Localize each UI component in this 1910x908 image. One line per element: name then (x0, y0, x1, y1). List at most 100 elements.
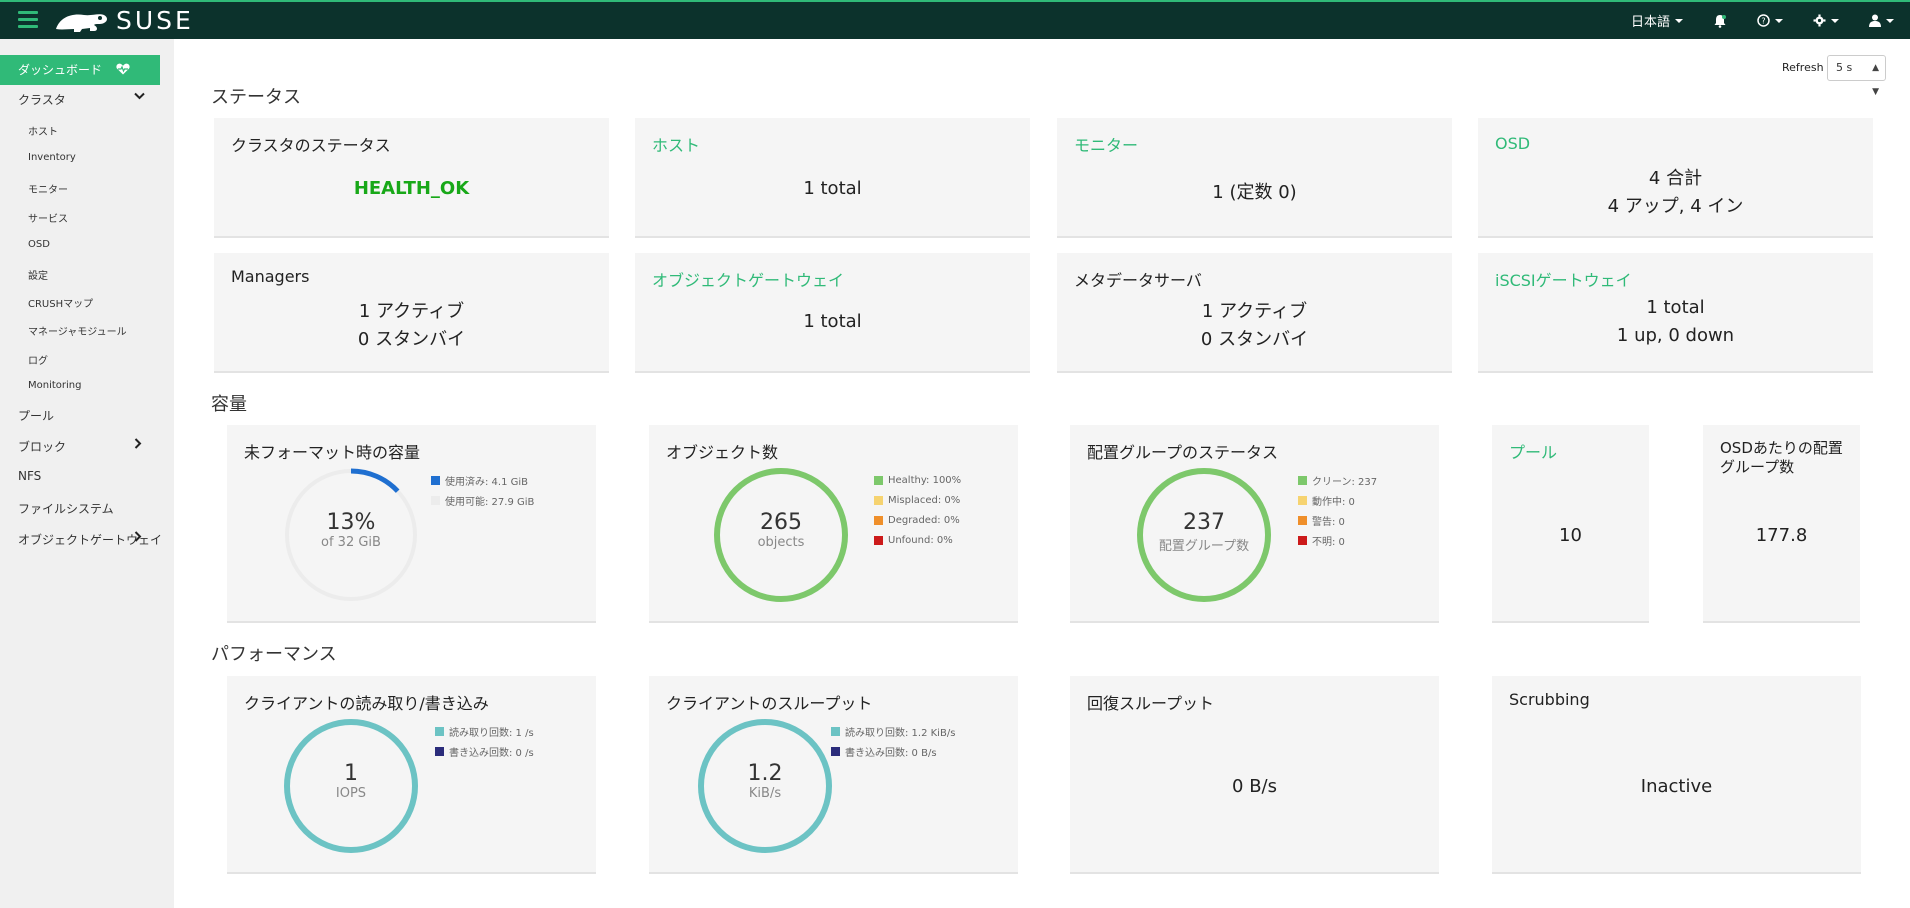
donut-center-label: 1.2 KiB/s (697, 761, 833, 801)
sidebar-item-filesystems[interactable]: ファイルシステム (18, 500, 192, 517)
help-dropdown[interactable]: ? (1757, 14, 1783, 27)
sidebar-item-pools[interactable]: プール (18, 407, 192, 424)
card-pgs-per-osd: OSDあたりの配置グループ数 177.8 (1703, 425, 1860, 623)
legend-item: 使用可能: 27.9 GiB (431, 490, 534, 510)
chevron-down-icon (1831, 18, 1839, 23)
card-objects: オブジェクト数 265 objects Healthy: 100% Mispla… (649, 425, 1018, 623)
legend-item: クリーン: 237 (1298, 470, 1377, 490)
refresh-interval-value: 5 s (1836, 61, 1853, 74)
sidebar-item-label: サービス (28, 214, 68, 225)
hosts-link[interactable]: ホスト (652, 132, 700, 156)
raw-capacity-percent: 13% (326, 510, 376, 535)
iscsi-up-down-value: 1 up, 0 down (1616, 325, 1735, 346)
settings-dropdown[interactable] (1813, 14, 1839, 27)
sidebar-item-crush-map[interactable]: CRUSHマップ (28, 295, 202, 310)
managers-active-value: 1 アクティブ (358, 301, 465, 322)
chevron-down-icon[interactable] (134, 89, 145, 103)
card-scrubbing: Scrubbing Inactive (1492, 676, 1861, 874)
card-iscsi-gateway: iSCSIゲートウェイ 1 total 1 up, 0 down (1478, 253, 1873, 373)
sidebar-item-nfs[interactable]: NFS (18, 469, 192, 483)
legend-item: Degraded: 0% (874, 510, 961, 530)
throughput-unit: KiB/s (748, 786, 782, 801)
donut-center-label: 237 配置グループ数 (1136, 510, 1272, 554)
sidebar-item-logs[interactable]: ログ (28, 352, 202, 367)
refresh-label: Refresh (1782, 61, 1824, 74)
recovery-throughput-value: 0 B/s (1232, 776, 1277, 797)
card-recovery-throughput: 回復スループット 0 B/s (1070, 676, 1439, 874)
client-rw-legend: 読み取り回数: 1 /s 書き込み回数: 0 /s (435, 721, 534, 761)
chevron-right-icon[interactable] (134, 438, 142, 452)
card-title: OSDあたりの配置グループ数 (1720, 439, 1843, 476)
refresh-interval-select[interactable]: 5 s ▲ ▼ (1827, 55, 1886, 97)
sidebar-item-label: ホスト (28, 127, 58, 138)
sidebar-item-object-gateway[interactable]: オブジェクトゲートウェイ (18, 531, 192, 548)
sidebar-item-block[interactable]: ブロック (18, 438, 192, 455)
card-title: オブジェクト数 (666, 443, 779, 462)
object-gateway-link[interactable]: オブジェクトゲートウェイ (652, 267, 844, 291)
sidebar-item-label: クラスタ (18, 93, 66, 107)
mds-standby-value: 0 スタンバイ (1200, 329, 1309, 350)
card-pools: プール 10 (1492, 425, 1649, 623)
card-cluster-status: クラスタのステータス HEALTH_OK (214, 118, 609, 238)
sidebar-item-hosts[interactable]: ホスト (28, 123, 202, 138)
sidebar-item-osd[interactable]: OSD (28, 239, 202, 250)
sidebar-item-monitors[interactable]: モニター (28, 181, 202, 196)
sidebar-item-label: OSD (28, 239, 50, 250)
pg-status-legend: クリーン: 237 動作中: 0 警告: 0 不明: 0 (1298, 470, 1377, 550)
legend-item: 不明: 0 (1298, 530, 1377, 550)
sidebar-item-dashboard[interactable]: ダッシュボード (0, 55, 160, 85)
sidebar-item-inventory[interactable]: Inventory (28, 152, 202, 163)
sidebar-item-label: マネージャモジュール (28, 327, 127, 338)
donut-center-label: 265 objects (713, 510, 849, 550)
pg-unit: 配置グループ数 (1158, 539, 1250, 554)
scrubbing-status-value: Inactive (1640, 776, 1713, 797)
sidebar-item-label: ダッシュボード (18, 63, 103, 77)
sidebar-item-label: 設定 (28, 271, 48, 282)
pg-count: 237 (1183, 510, 1225, 535)
sidebar-item-monitoring[interactable]: Monitoring (28, 380, 202, 391)
notifications-button[interactable] (1713, 14, 1727, 28)
chevron-down-icon (1775, 18, 1783, 23)
legend-item: 書き込み回数: 0 B/s (831, 741, 955, 761)
navbar-right: 日本語 ? (1601, 2, 1894, 39)
sidebar-item-label: NFS (18, 469, 42, 483)
suse-logo[interactable]: SUSE (54, 6, 194, 35)
legend-item: 読み取り回数: 1.2 KiB/s (831, 721, 955, 741)
legend-item: 警告: 0 (1298, 510, 1377, 530)
card-pg-status: 配置グループのステータス 237 配置グループ数 クリーン: 237 動作中: … (1070, 425, 1439, 623)
sidebar-item-cluster[interactable]: クラスタ (18, 91, 192, 108)
sidebar-item-configuration[interactable]: 設定 (28, 267, 202, 282)
client-throughput-legend: 読み取り回数: 1.2 KiB/s 書き込み回数: 0 B/s (831, 721, 955, 761)
hamburger-menu-icon[interactable] (18, 11, 38, 29)
card-hosts: ホスト 1 total (635, 118, 1030, 238)
health-status-value: HEALTH_OK (353, 178, 470, 199)
card-title: クライアントの読み取り/書き込み (244, 694, 489, 713)
card-title: クラスタのステータス (231, 136, 391, 155)
object-gateway-value: 1 total (803, 311, 862, 332)
monitors-link[interactable]: モニター (1074, 132, 1138, 156)
iops-value: 1 (344, 761, 358, 786)
raw-capacity-legend: 使用済み: 4.1 GiB 使用可能: 27.9 GiB (431, 470, 534, 510)
card-raw-capacity: 未フォーマット時の容量 13% of 32 GiB 使用済み: 4.1 GiB … (227, 425, 596, 623)
donut-center-label: 1 IOPS (283, 761, 419, 801)
user-dropdown[interactable] (1869, 14, 1894, 27)
heartbeat-icon (116, 63, 130, 75)
mds-active-value: 1 アクティブ (1201, 301, 1308, 322)
iscsi-gateway-link[interactable]: iSCSIゲートウェイ (1495, 267, 1632, 291)
osd-link[interactable]: OSD (1495, 134, 1530, 153)
bell-icon (1714, 14, 1726, 28)
language-dropdown[interactable]: 日本語 (1631, 11, 1683, 30)
section-title-status: ステータス (211, 87, 301, 108)
card-title: 回復スループット (1087, 694, 1215, 713)
card-osd: OSD 4 合計 4 アップ, 4 イン (1478, 118, 1873, 238)
sidebar-item-label: CRUSHマップ (28, 299, 94, 310)
chevron-right-icon[interactable] (134, 531, 142, 545)
sidebar-item-manager-modules[interactable]: マネージャモジュール (28, 323, 202, 338)
top-navbar: SUSE 日本語 ? (0, 0, 1910, 39)
card-title: メタデータサーバ (1074, 271, 1202, 290)
sidebar-item-services[interactable]: サービス (28, 210, 202, 225)
donut-center-label: 13% of 32 GiB (283, 510, 419, 550)
section-title-performance: パフォーマンス (211, 644, 337, 665)
pools-link[interactable]: プール (1509, 439, 1557, 463)
sidebar-item-label: モニター (28, 185, 68, 196)
